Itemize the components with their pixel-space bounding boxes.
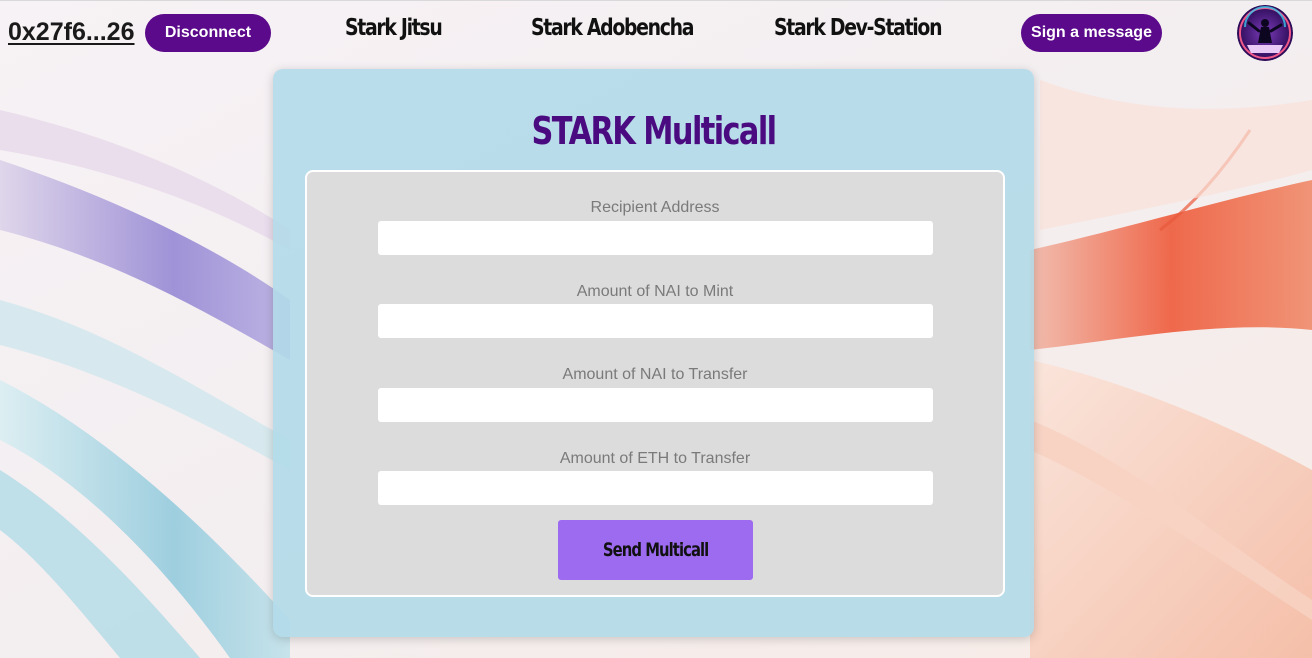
- send-multicall-button[interactable]: Send Multicall: [558, 520, 753, 580]
- eth-transfer-amount-input[interactable]: [378, 471, 933, 505]
- wallet-address-link[interactable]: 0x27f6...26: [8, 18, 135, 47]
- disconnect-button[interactable]: Disconnect: [145, 14, 271, 52]
- page-title: STARK Multicall: [273, 109, 1034, 153]
- send-multicall-label: Send Multicall: [602, 539, 709, 561]
- page-title-text: STARK Multicall: [531, 109, 778, 153]
- nai-transfer-amount-label: Amount of NAI to Transfer: [562, 366, 748, 383]
- multicall-card: STARK Multicall Recipient Address Amount…: [273, 69, 1034, 637]
- nav-link-stark-dev-station[interactable]: Stark Dev-Station: [774, 15, 943, 41]
- top-navigation-bar: 0x27f6...26 Disconnect Stark Jitsu Stark…: [0, 0, 1312, 62]
- sign-message-button[interactable]: Sign a message: [1021, 14, 1162, 52]
- nav-link-stark-jitsu[interactable]: Stark Jitsu: [345, 15, 443, 41]
- nai-transfer-amount-input[interactable]: [378, 388, 933, 422]
- recipient-address-label: Recipient Address: [590, 199, 720, 216]
- multicall-form: Recipient Address Amount of NAI to Mint …: [305, 170, 1005, 597]
- nav-link-stark-adobencha[interactable]: Stark Adobencha: [531, 15, 694, 41]
- stark-easy-logo-icon[interactable]: [1237, 5, 1293, 61]
- nai-mint-amount-label: Amount of NAI to Mint: [576, 283, 734, 300]
- recipient-address-input[interactable]: [378, 221, 933, 255]
- nai-mint-amount-input[interactable]: [378, 304, 933, 338]
- eth-transfer-amount-label: Amount of ETH to Transfer: [559, 450, 751, 467]
